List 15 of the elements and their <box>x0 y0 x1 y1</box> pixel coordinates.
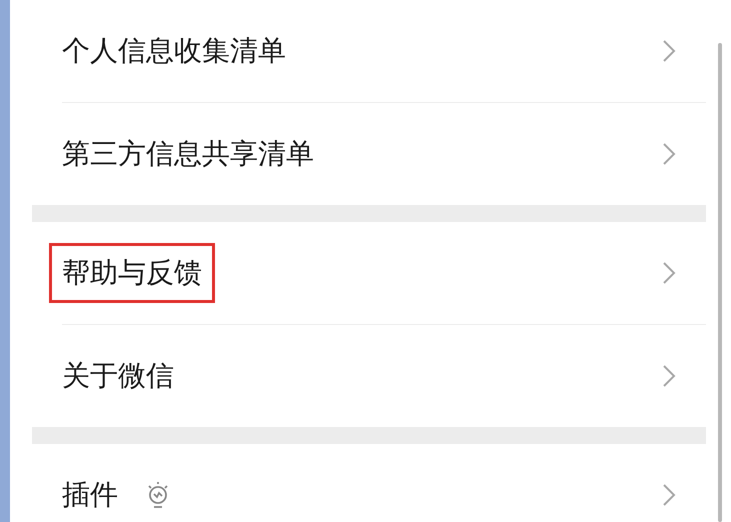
menu-label: 个人信息收集清单 <box>61 32 287 69</box>
menu-item[interactable]: 插件 <box>32 444 706 522</box>
menu-item[interactable]: 关于微信 <box>32 325 706 427</box>
menu-item[interactable]: 第三方信息共享清单 <box>32 103 706 205</box>
menu-item[interactable]: 帮助与反馈 <box>32 222 706 324</box>
menu-label: 关于微信 <box>61 358 175 394</box>
chevron-icon <box>662 483 676 507</box>
chevron-icon <box>662 39 676 63</box>
chevron-icon <box>662 261 676 285</box>
menu-item[interactable]: 个人信息收集清单 <box>32 0 706 102</box>
menu-label: 帮助与反馈 <box>49 242 215 304</box>
menu-label: 第三方信息共享清单 <box>61 136 315 172</box>
chevron-icon <box>662 364 676 388</box>
menu-label: 插件 <box>61 476 119 513</box>
chevron-icon <box>662 142 676 166</box>
